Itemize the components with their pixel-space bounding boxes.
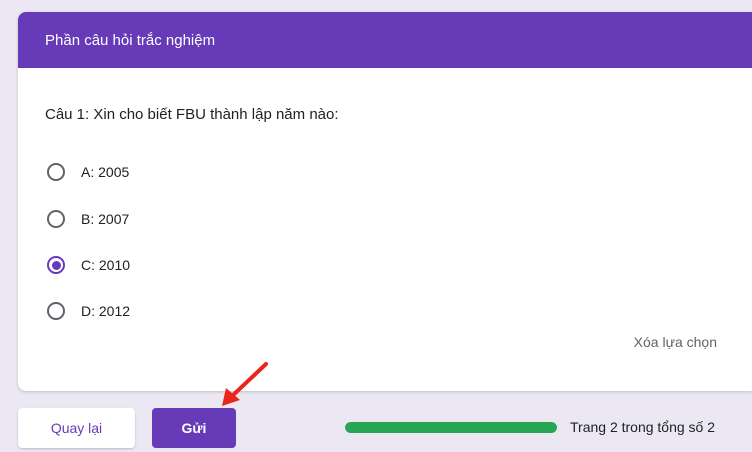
radio-button-a[interactable] <box>47 163 65 181</box>
form-section-card: Phần câu hỏi trắc nghiệm Câu 1: Xin cho … <box>18 12 752 391</box>
option-d[interactable]: D: 2012 <box>47 298 130 324</box>
option-c[interactable]: C: 2010 <box>47 252 130 278</box>
radio-button-d[interactable] <box>47 302 65 320</box>
section-header: Phần câu hỏi trắc nghiệm <box>18 12 752 68</box>
option-label-a: A: 2005 <box>81 164 130 180</box>
progress-bar <box>345 422 557 433</box>
page-indicator: Trang 2 trong tổng số 2 <box>570 419 716 435</box>
back-button[interactable]: Quay lại <box>18 408 135 448</box>
radio-button-c-selected[interactable] <box>47 256 65 274</box>
radio-button-b[interactable] <box>47 210 65 228</box>
submit-button[interactable]: Gửi <box>152 408 236 448</box>
option-label-c: C: 2010 <box>81 257 131 273</box>
section-title: Phần câu hỏi trắc nghiệm <box>45 31 216 49</box>
radio-selected-dot <box>51 260 61 270</box>
option-label-b: B: 2007 <box>81 211 130 227</box>
question-text: Câu 1: Xin cho biết FBU thành lập năm nà… <box>45 106 339 123</box>
red-arrow-icon <box>222 362 268 406</box>
progress-bar-fill <box>345 422 557 433</box>
option-a[interactable]: A: 2005 <box>47 159 129 185</box>
option-label-d: D: 2012 <box>81 303 131 319</box>
option-b[interactable]: B: 2007 <box>47 206 129 232</box>
clear-selection-link[interactable]: Xóa lựa chọn <box>634 334 717 350</box>
